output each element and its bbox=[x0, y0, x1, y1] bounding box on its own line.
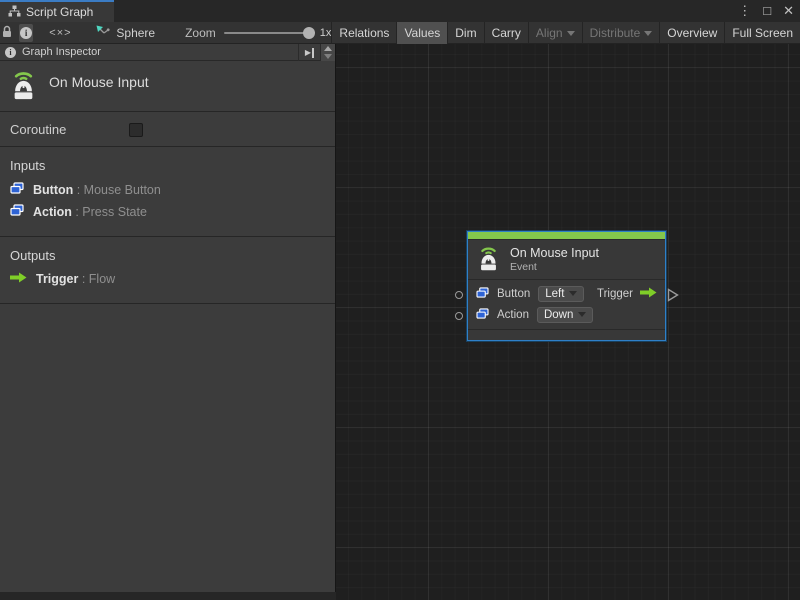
value-port-icon bbox=[10, 182, 24, 197]
flow-arrow-icon bbox=[10, 272, 27, 286]
node-row-button: Button Left Trigger bbox=[476, 283, 657, 304]
align-dropdown-button: Align bbox=[528, 22, 582, 44]
info-icon: i bbox=[5, 47, 16, 58]
chevron-down-icon bbox=[569, 291, 577, 296]
panel-bottom-edge bbox=[0, 592, 336, 600]
graph-hierarchy-icon bbox=[8, 5, 21, 20]
node-header: On Mouse Input Event bbox=[468, 240, 665, 280]
zoom-label: Zoom bbox=[185, 26, 216, 40]
spinner-up-icon[interactable] bbox=[324, 46, 332, 51]
selected-unit-section: On Mouse Input bbox=[0, 61, 335, 112]
inputs-title: Inputs bbox=[10, 158, 325, 173]
chevron-down-icon bbox=[644, 31, 652, 36]
inspector-toggle-button[interactable]: i bbox=[19, 24, 34, 42]
on-mouse-input-node[interactable]: On Mouse Input Event Button Left bbox=[467, 231, 666, 341]
inspector-title: Graph Inspector bbox=[22, 46, 101, 58]
zoom-slider-handle[interactable] bbox=[303, 27, 315, 39]
mouse-input-icon bbox=[478, 244, 499, 274]
info-icon: i bbox=[20, 27, 32, 39]
coroutine-checkbox[interactable] bbox=[129, 123, 143, 137]
action-value-dropdown[interactable]: Down bbox=[537, 307, 593, 323]
graph-pointer-icon bbox=[95, 24, 110, 41]
window-controls: ⋮ □ ✕ bbox=[738, 0, 794, 22]
mouse-input-icon bbox=[11, 68, 36, 103]
node-body: Button Left Trigger bbox=[468, 280, 665, 329]
node-title: On Mouse Input bbox=[510, 246, 599, 261]
script-graph-window: Script Graph ⋮ □ ✕ i <×> bbox=[0, 0, 800, 600]
coroutine-row: Coroutine bbox=[0, 112, 335, 147]
list-item: Action : Press State bbox=[10, 204, 325, 219]
node-input-port-action[interactable] bbox=[455, 312, 463, 320]
trigger-output-port[interactable] bbox=[667, 288, 679, 305]
lock-button[interactable] bbox=[0, 22, 15, 44]
code-icon: <×> bbox=[49, 27, 71, 39]
lock-icon bbox=[1, 25, 13, 41]
distribute-dropdown-button: Distribute bbox=[582, 22, 660, 44]
dim-button[interactable]: Dim bbox=[447, 22, 483, 44]
carry-button[interactable]: Carry bbox=[484, 22, 528, 44]
coroutine-label: Coroutine bbox=[10, 122, 66, 137]
window-menu-icon[interactable]: ⋮ bbox=[738, 0, 751, 22]
zoom-value: 1x bbox=[320, 27, 332, 39]
node-subtitle: Event bbox=[510, 261, 599, 273]
dock-icon: ▶ bbox=[305, 48, 314, 58]
port-label: Button bbox=[497, 288, 530, 300]
zoom-slider[interactable] bbox=[224, 32, 310, 34]
maximize-icon[interactable]: □ bbox=[763, 0, 771, 22]
unit-title: On Mouse Input bbox=[49, 74, 149, 90]
node-input-port-button[interactable] bbox=[455, 291, 463, 299]
inputs-section: Inputs Button : Mouse Button Ac bbox=[0, 147, 335, 237]
inspector-header: i Graph Inspector ▶ bbox=[0, 44, 335, 61]
node-footer bbox=[468, 329, 665, 338]
graph-context-button[interactable]: Sphere bbox=[95, 24, 155, 41]
chevron-down-icon bbox=[567, 31, 575, 36]
graph-inspector-panel: i Graph Inspector ▶ bbox=[0, 44, 336, 592]
node-row-action: Action Down bbox=[476, 304, 657, 325]
flow-arrow-icon[interactable] bbox=[640, 287, 657, 301]
context-label: Sphere bbox=[116, 26, 155, 40]
zoom-control: Zoom 1x bbox=[185, 26, 331, 40]
button-value-dropdown[interactable]: Left bbox=[538, 286, 584, 302]
outputs-section: Outputs Trigger : Flow bbox=[0, 237, 335, 304]
full-screen-button[interactable]: Full Screen bbox=[724, 22, 800, 44]
port-label: Action bbox=[497, 309, 529, 321]
tab-script-graph[interactable]: Script Graph bbox=[0, 0, 114, 22]
panel-spinner bbox=[320, 44, 335, 61]
trigger-label: Trigger bbox=[597, 288, 633, 300]
relations-button[interactable]: Relations bbox=[331, 22, 396, 44]
close-icon[interactable]: ✕ bbox=[783, 0, 794, 22]
list-item: Trigger : Flow bbox=[10, 272, 325, 286]
dock-panel-button[interactable]: ▶ bbox=[298, 44, 320, 61]
overview-button[interactable]: Overview bbox=[659, 22, 724, 44]
value-port-icon bbox=[476, 308, 489, 322]
spinner-down-icon[interactable] bbox=[324, 54, 332, 59]
values-button[interactable]: Values bbox=[396, 22, 447, 44]
tab-bar: Script Graph ⋮ □ ✕ bbox=[0, 0, 800, 22]
node-accent-bar bbox=[468, 232, 665, 240]
outputs-title: Outputs bbox=[10, 248, 325, 263]
graph-toolbar: i <×> Sphere Zoom 1x R bbox=[0, 22, 800, 44]
chevron-down-icon bbox=[578, 312, 586, 317]
code-view-button[interactable]: <×> bbox=[43, 22, 77, 44]
graph-canvas[interactable]: On Mouse Input Event Button Left bbox=[336, 44, 800, 600]
toolbar-buttons: Relations Values Dim Carry Align Distrib… bbox=[331, 22, 800, 44]
value-port-icon bbox=[476, 287, 489, 301]
list-item: Button : Mouse Button bbox=[10, 182, 325, 197]
tab-label: Script Graph bbox=[26, 5, 93, 19]
value-port-icon bbox=[10, 204, 24, 219]
